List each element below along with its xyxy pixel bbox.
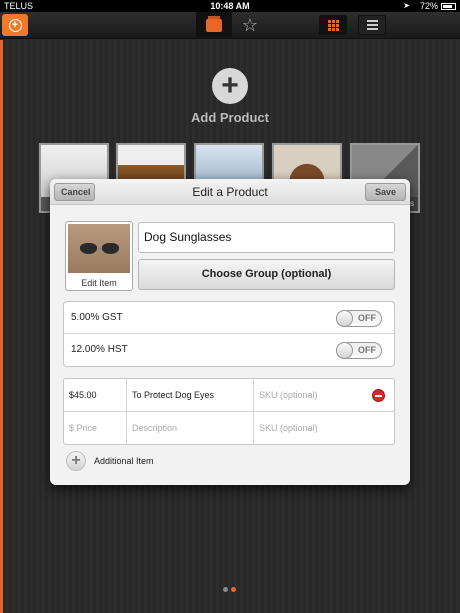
- price-input[interactable]: $ Price: [64, 412, 127, 445]
- table-row: $45.00 To Protect Dog Eyes SKU (optional…: [64, 379, 394, 412]
- tax-label: 12.00% HST: [71, 344, 128, 355]
- item-variants-table: $45.00 To Protect Dog Eyes SKU (optional…: [63, 378, 395, 445]
- remove-item-icon[interactable]: [372, 389, 385, 402]
- table-row: $ Price Description SKU (optional): [64, 412, 394, 445]
- dialog-header: Cancel Edit a Product Save: [50, 179, 410, 205]
- clock: 10:48 AM: [210, 1, 250, 11]
- add-product-label: Add Product: [191, 110, 269, 125]
- star-icon: ☆: [241, 15, 259, 35]
- location-icon: ➤: [403, 1, 410, 10]
- grid-view-button[interactable]: [319, 15, 347, 35]
- sunglasses-image: [79, 243, 119, 254]
- tab-store[interactable]: [196, 12, 232, 39]
- add-product-button[interactable]: +: [212, 68, 248, 104]
- top-toolbar: + ☆: [0, 12, 460, 39]
- page-dot-active: [231, 587, 236, 592]
- product-photo: [68, 224, 130, 273]
- add-button[interactable]: +: [2, 14, 28, 36]
- edit-item-photo[interactable]: Edit Item: [65, 221, 133, 291]
- tab-favorites[interactable]: ☆: [233, 12, 267, 39]
- toggle-knob: [336, 310, 353, 327]
- choose-group-button[interactable]: Choose Group (optional): [138, 259, 395, 290]
- store-icon: [206, 16, 222, 32]
- plus-circle-icon: +: [8, 18, 22, 32]
- list-icon: [366, 20, 378, 30]
- battery-icon: [441, 3, 456, 10]
- toggle-state: OFF: [358, 345, 376, 355]
- add-item-icon[interactable]: +: [66, 451, 86, 471]
- product-name-input[interactable]: Dog Sunglasses: [138, 222, 395, 253]
- edit-item-label: Edit Item: [81, 278, 117, 288]
- plus-icon: +: [221, 69, 239, 102]
- tax-label: 5.00% GST: [71, 312, 123, 323]
- description-input[interactable]: To Protect Dog Eyes: [127, 379, 254, 412]
- status-bar: TELUS 10:48 AM ➤ 72%: [0, 0, 460, 12]
- price-input[interactable]: $45.00: [64, 379, 127, 412]
- page-indicator[interactable]: [223, 587, 236, 592]
- tax-row: 5.00% GST OFF: [64, 302, 394, 334]
- tax-options: 5.00% GST OFF 12.00% HST OFF: [63, 301, 395, 367]
- grid-icon: [327, 19, 339, 31]
- save-button[interactable]: Save: [365, 183, 406, 201]
- gst-toggle[interactable]: OFF: [336, 310, 382, 327]
- edit-product-dialog: Cancel Edit a Product Save Edit Item Dog…: [50, 179, 410, 485]
- cancel-button[interactable]: Cancel: [54, 183, 95, 201]
- toggle-knob: [336, 342, 353, 359]
- sku-input[interactable]: SKU (optional): [254, 412, 396, 445]
- description-input[interactable]: Description: [127, 412, 254, 445]
- toggle-state: OFF: [358, 313, 376, 323]
- dialog-title: Edit a Product: [192, 185, 268, 199]
- tax-row: 12.00% HST OFF: [64, 334, 394, 366]
- battery-percentage: 72%: [419, 1, 438, 11]
- page-dot: [223, 587, 228, 592]
- accent-edge: [0, 40, 3, 613]
- list-view-button[interactable]: [358, 15, 386, 35]
- additional-item-button[interactable]: Additional Item: [94, 451, 154, 471]
- hst-toggle[interactable]: OFF: [336, 342, 382, 359]
